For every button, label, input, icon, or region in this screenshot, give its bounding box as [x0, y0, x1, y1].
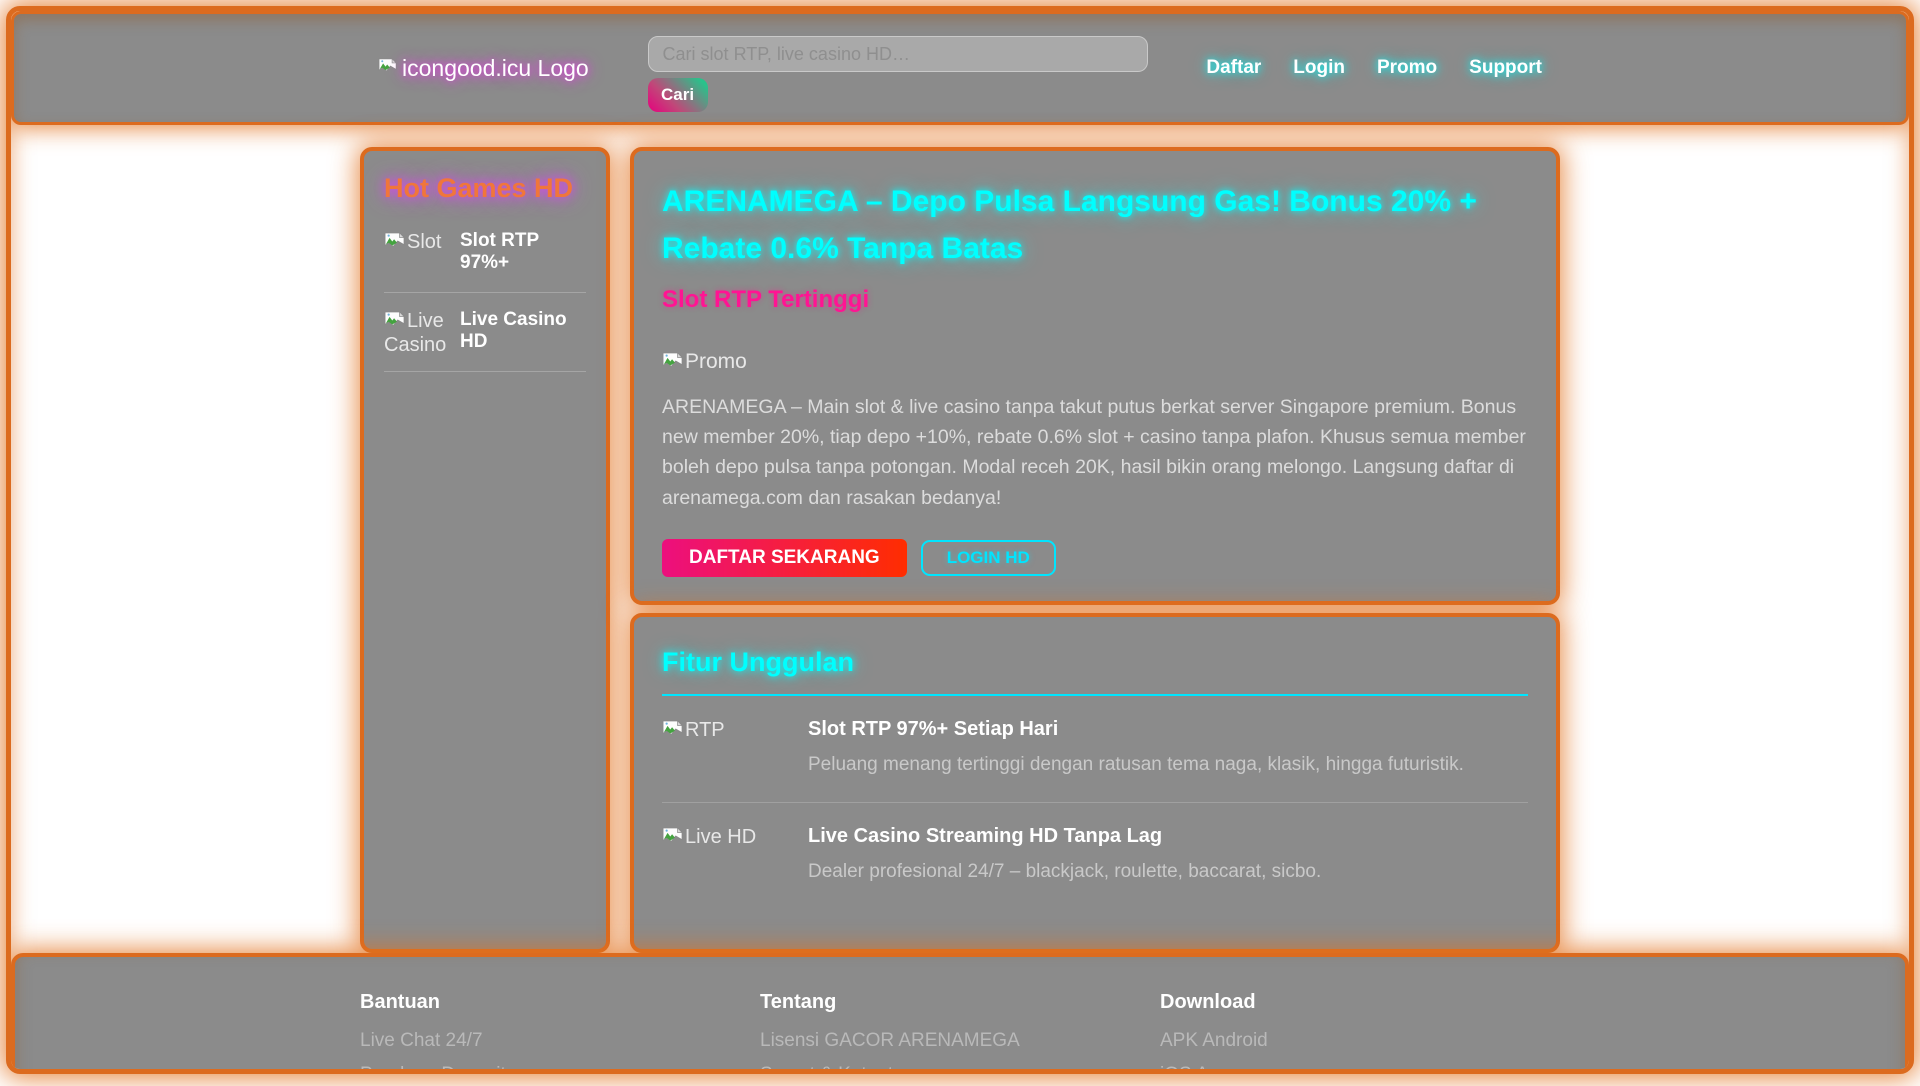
header: icongood.icu Logo Cari Daftar Login Prom… — [11, 11, 1909, 125]
hero-title: ARENAMEGA – Depo Pulsa Langsung Gas! Bon… — [662, 185, 1477, 265]
footer-link-ios-app[interactable]: iOS App — [1160, 1064, 1560, 1069]
search-form: Cari — [647, 36, 1148, 112]
search-button[interactable]: Cari — [647, 78, 708, 112]
broken-image-icon — [378, 55, 398, 82]
feature-description: Peluang menang tertinggi dengan ratusan … — [808, 753, 1464, 775]
cta-row: DAFTAR SEKARANG LOGIN HD — [662, 538, 1528, 577]
footer-column-download: Download APK Android iOS App — [1160, 990, 1560, 1069]
features-title: Fitur Unggulan — [662, 647, 1528, 696]
footer-column-title: Tentang — [760, 990, 837, 1013]
promo-broken-image: Promo — [662, 350, 1528, 374]
broken-image-icon: Live HD — [662, 825, 774, 883]
site-logo[interactable]: icongood.icu Logo — [378, 55, 589, 82]
nav-link-login[interactable]: Login — [1293, 57, 1345, 79]
feature-description: Dealer profesional 24/7 – blackjack, rou… — [808, 860, 1322, 882]
footer-column-bantuan: Bantuan Live Chat 24/7 Panduan Deposit — [360, 990, 760, 1069]
footer-column-tentang: Tentang Lisensi GACOR ARENAMEGA Syarat &… — [760, 990, 1160, 1069]
nav-link-support[interactable]: Support — [1469, 57, 1542, 79]
footer-link-live-chat[interactable]: Live Chat 24/7 — [360, 1030, 760, 1051]
sidebar-item-live-casino[interactable]: Live Casino Live Casino HD — [384, 293, 586, 372]
broken-image-icon — [662, 352, 683, 368]
feature-slot-rtp: RTP Slot RTP 97%+ Setiap Hari Peluang me… — [662, 696, 1528, 802]
feature-title: Live Casino Streaming HD Tanpa Lag — [808, 824, 1163, 847]
hero-card: ARENAMEGA – Depo Pulsa Langsung Gas! Bon… — [630, 147, 1560, 605]
sidebar-item-label: Live Casino HD — [460, 309, 567, 352]
main-nav: Daftar Login Promo Support — [1206, 57, 1542, 79]
logo-text: icongood.icu Logo — [402, 54, 589, 81]
footer-link-panduan-deposit[interactable]: Panduan Deposit — [360, 1064, 760, 1069]
hero-description: ARENAMEGA – Main slot & live casino tanp… — [662, 396, 1526, 509]
footer-link-syarat[interactable]: Syarat & Ketentuan — [760, 1064, 1160, 1069]
image-alt-text: Live HD — [685, 825, 757, 848]
features-card: Fitur Unggulan RTP Slot RTP 97%+ Setiap … — [630, 612, 1560, 953]
main-column: ARENAMEGA – Depo Pulsa Langsung Gas! Bon… — [630, 147, 1560, 953]
footer-link-apk-android[interactable]: APK Android — [1160, 1030, 1560, 1051]
hero-subtitle: Slot RTP Tertinggi — [662, 286, 870, 313]
sidebar-item-slot-rtp[interactable]: Slot Slot RTP 97%+ — [384, 214, 586, 293]
sidebar-item-label: Slot RTP 97%+ — [460, 230, 539, 273]
image-alt-text: Promo — [685, 350, 747, 373]
main-content: Hot Games HD Slot Slot RTP 97%+ Live Cas… — [360, 147, 1560, 953]
image-alt-text: Slot — [407, 231, 442, 253]
sidebar-title: Hot Games HD — [384, 173, 574, 203]
nav-link-promo[interactable]: Promo — [1377, 57, 1437, 79]
footer-column-title: Bantuan — [360, 990, 440, 1013]
footer-link-lisensi[interactable]: Lisensi GACOR ARENAMEGA — [760, 1030, 1160, 1051]
broken-image-icon: RTP — [662, 718, 774, 776]
sidebar: Hot Games HD Slot Slot RTP 97%+ Live Cas… — [360, 147, 610, 953]
feature-title: Slot RTP 97%+ Setiap Hari — [808, 717, 1059, 740]
broken-image-icon: Live Casino — [384, 309, 448, 353]
feature-live-casino: Live HD Live Casino Streaming HD Tanpa L… — [662, 801, 1528, 909]
footer: Bantuan Live Chat 24/7 Panduan Deposit T… — [11, 952, 1909, 1069]
broken-image-icon: Slot — [384, 230, 448, 274]
nav-link-daftar[interactable]: Daftar — [1206, 57, 1261, 79]
search-input[interactable] — [647, 36, 1148, 72]
daftar-sekarang-button[interactable]: DAFTAR SEKARANG — [662, 538, 907, 577]
image-alt-text: RTP — [685, 718, 725, 741]
page-frame: icongood.icu Logo Cari Daftar Login Prom… — [6, 6, 1914, 1074]
footer-column-title: Download — [1160, 990, 1256, 1013]
login-hd-button[interactable]: LOGIN HD — [920, 539, 1056, 576]
